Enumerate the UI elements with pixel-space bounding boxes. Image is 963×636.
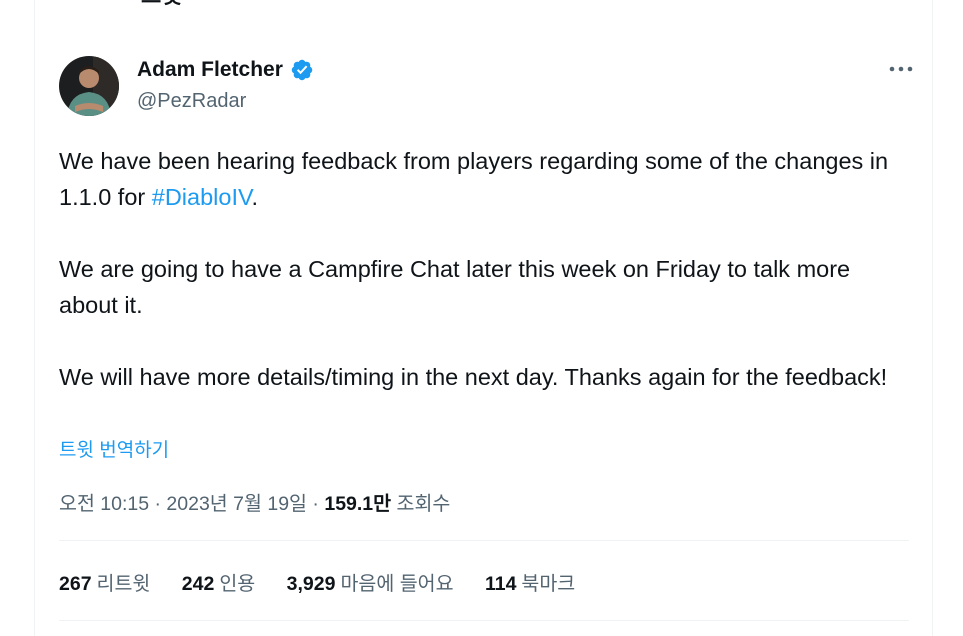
quotes-count: 242 <box>181 573 215 595</box>
more-options-button[interactable] <box>883 60 919 82</box>
likes-count: 3,929 <box>286 573 336 595</box>
author-row: Adam Fletcher @PezRadar <box>59 56 913 116</box>
meta-separator: · <box>307 493 325 515</box>
likes-stat[interactable]: 3,929 마음에 들어요 <box>287 567 454 596</box>
avatar[interactable] <box>59 56 119 116</box>
retweets-label: 리트윗 <box>96 573 151 595</box>
views-count: 159.1만 <box>324 493 392 515</box>
retweets-count: 267 <box>59 573 92 595</box>
author-handle[interactable]: @PezRadar <box>137 90 246 113</box>
engagement-stats: 267 리트윗 242 인용 3,929 마음에 들어요 114 북마크 <box>59 567 601 596</box>
tweet-paragraph-1: We have been hearing feedback from playe… <box>59 143 909 215</box>
tweet-text-segment: . <box>251 184 259 210</box>
bookmarks-count: 114 <box>484 573 517 595</box>
bookmarks-label: 북마크 <box>521 573 576 595</box>
divider <box>59 620 909 621</box>
author-name-wrap: Adam Fletcher <box>137 58 314 82</box>
views-label: 조회수 <box>396 493 451 515</box>
verified-badge-icon[interactable] <box>290 58 314 82</box>
quotes-label: 인용 <box>219 573 256 595</box>
more-dots-icon <box>889 66 913 72</box>
hashtag-link[interactable]: #DiabloIV <box>152 184 252 210</box>
top-bar: 트윗 <box>35 0 934 10</box>
back-button[interactable] <box>57 0 85 6</box>
divider <box>59 540 909 541</box>
translate-tweet-link[interactable]: 트윗 번역하기 <box>59 435 169 462</box>
tweet-detail-panel: 트윗 Adam Fletcher @PezRadar <box>34 0 933 636</box>
bookmarks-stat[interactable]: 114 북마크 <box>485 567 575 596</box>
tweet-paragraph-2: We are going to have a Campfire Chat lat… <box>59 256 851 318</box>
tweet-meta: 오전 10:15 · 2023년 7월 19일 · 159.1만 조회수 <box>59 487 450 516</box>
likes-label: 마음에 들어요 <box>340 573 454 595</box>
page-title: 트윗 <box>141 0 181 10</box>
tweet-body: We have been hearing feedback from playe… <box>59 143 909 395</box>
author-display-name[interactable]: Adam Fletcher <box>137 58 283 82</box>
tweet-paragraph-3: We will have more details/timing in the … <box>59 364 888 390</box>
quotes-stat[interactable]: 242 인용 <box>182 567 255 596</box>
profile-photo-icon <box>59 56 119 116</box>
retweets-stat[interactable]: 267 리트윗 <box>59 567 150 596</box>
tweet-timestamp[interactable]: 오전 10:15 · 2023년 7월 19일 <box>59 493 307 515</box>
